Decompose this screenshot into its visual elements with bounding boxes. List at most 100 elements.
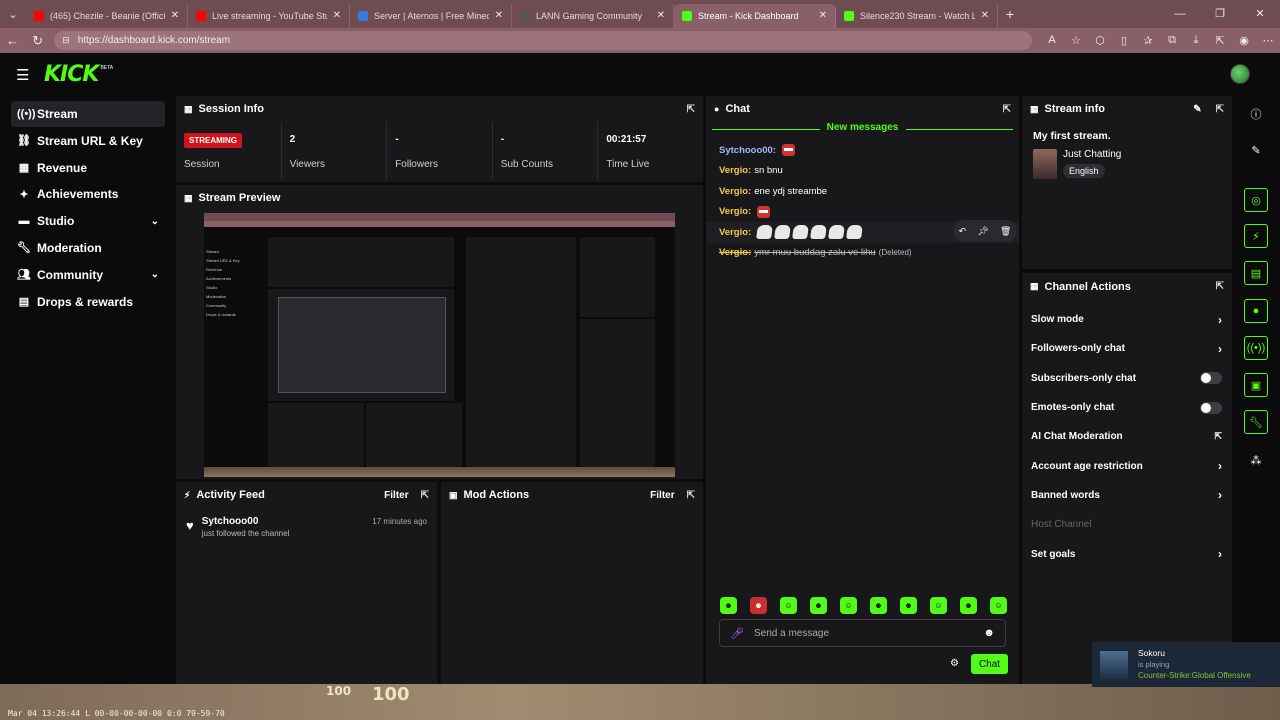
chat-settings-gear-icon[interactable]: ⚙	[950, 658, 959, 669]
reload-icon[interactable]: ↻	[25, 33, 50, 49]
chat-input[interactable]: 🎤︎ Send a message ☻	[719, 619, 1006, 647]
studio-icon[interactable]: ▣	[1244, 373, 1268, 397]
browser-tab[interactable]: Silence230 Stream - Watch Live on ✕	[836, 3, 998, 28]
browser-tab[interactable]: (465) Chezile - Beanie (Official Liv ✕	[26, 3, 188, 28]
microphone-icon[interactable]: 🎤︎	[730, 627, 744, 640]
chat-username[interactable]: Vergio:	[719, 165, 751, 176]
action-ai-chat-moderation[interactable]: AI Chat Moderation ⇱	[1022, 422, 1232, 451]
chat-message[interactable]: Vergio: ymr muu buddag zalu ve lihu (Del…	[706, 243, 1019, 264]
emote-icon[interactable]: ☺	[840, 597, 857, 614]
emote-icon[interactable]: ☺	[930, 597, 947, 614]
filter-button[interactable]: Filter	[650, 490, 674, 501]
popout-icon[interactable]: ⇱	[421, 490, 429, 501]
minimize-icon[interactable]: —	[1160, 0, 1200, 28]
tab-close-icon[interactable]: ✕	[981, 10, 989, 21]
close-window-icon[interactable]: ✕	[1240, 0, 1280, 28]
browser-tab[interactable]: Stream - Kick Dashboard ✕	[674, 3, 836, 28]
tab-menu-chevron-icon[interactable]: ⌄	[0, 0, 26, 28]
emote-icon[interactable]: ☻	[960, 597, 977, 614]
popout-icon[interactable]: ⇱	[687, 104, 695, 115]
send-chat-button[interactable]: Chat	[971, 654, 1008, 674]
action-set-goals[interactable]: Set goals ›	[1022, 539, 1232, 568]
popout-icon[interactable]: ⇱	[1003, 104, 1011, 115]
reply-icon[interactable]: ↶	[959, 226, 967, 237]
broadcast-icon[interactable]: ((•))	[1244, 336, 1268, 360]
emote-icon[interactable]: ☺	[990, 597, 1007, 614]
sidebar-item-stream[interactable]: ((•)) Stream	[11, 101, 165, 127]
tab-close-icon[interactable]: ✕	[171, 10, 179, 21]
emote-icon[interactable]: ☻	[870, 597, 887, 614]
chat-icon[interactable]: ●	[1244, 299, 1268, 323]
document-icon[interactable]: ▤	[1244, 261, 1268, 285]
sidebar-item-drops-rewards[interactable]: ▤ Drops & rewards	[11, 289, 165, 315]
sidebar-item-moderation[interactable]: 🔧︎ Moderation	[11, 235, 165, 261]
popout-icon[interactable]: ⇱	[687, 490, 695, 501]
sidebar-item-studio[interactable]: ▬ Studio ⌄	[11, 208, 165, 234]
chat-message[interactable]: Vergio:	[706, 202, 1019, 223]
popout-icon[interactable]: ⇱	[1216, 281, 1224, 292]
chat-message[interactable]: Vergio: ene ydj streambe	[706, 181, 1019, 202]
tab-close-icon[interactable]: ✕	[333, 10, 341, 21]
chat-username[interactable]: Vergio:	[719, 247, 751, 258]
emoji-picker-icon[interactable]: ☻	[983, 627, 995, 639]
kick-logo[interactable]: KICK	[44, 62, 99, 87]
browser-tab[interactable]: Live streaming - YouTube Studio ✕	[188, 3, 350, 28]
downloads-icon[interactable]: ⤓	[1184, 34, 1208, 47]
camera-icon[interactable]: ◎	[1244, 188, 1268, 212]
sidebar-item-stream-url-key[interactable]: ⛓ Stream URL & Key	[11, 128, 165, 154]
action-account-age-restriction[interactable]: Account age restriction ›	[1022, 451, 1232, 480]
read-aloud-icon[interactable]: A	[1040, 34, 1064, 47]
emotes-only-toggle[interactable]	[1200, 401, 1222, 414]
tab-close-icon[interactable]: ✕	[819, 10, 827, 21]
edit-icon[interactable]: ✎	[1244, 138, 1268, 162]
browser-tab[interactable]: Server | Aternos | Free Minecraft Se ✕	[350, 3, 512, 28]
tab-close-icon[interactable]: ✕	[657, 10, 665, 21]
action-followers-only-chat[interactable]: Followers-only chat ›	[1022, 334, 1232, 363]
subscribers-only-toggle[interactable]	[1200, 372, 1222, 385]
site-info-icon[interactable]: ⊟	[62, 35, 70, 46]
tab-close-icon[interactable]: ✕	[495, 10, 503, 21]
wrench-icon[interactable]: 🔧︎	[1244, 410, 1268, 434]
chat-message[interactable]: Sytchooo00:	[706, 140, 1019, 161]
edit-pencil-icon[interactable]: ✎	[1193, 104, 1201, 115]
emote-icon[interactable]: ☺	[780, 597, 797, 614]
chat-username[interactable]: Sytchooo00:	[719, 145, 776, 156]
chat-username[interactable]: Vergio:	[719, 227, 751, 238]
chat-username[interactable]: Vergio:	[719, 206, 751, 217]
chat-message[interactable]: Vergio: sn bnu	[706, 161, 1019, 182]
action-slow-mode[interactable]: Slow mode ›	[1022, 305, 1232, 334]
hamburger-menu-icon[interactable]: ☰	[16, 66, 32, 84]
favorite-star-icon[interactable]: ☆	[1064, 34, 1088, 47]
emote-icon[interactable]: ☻	[810, 597, 827, 614]
new-tab-button[interactable]: +	[998, 6, 1022, 22]
community-icon[interactable]: ⁂	[1244, 448, 1268, 472]
split-screen-icon[interactable]: ▯	[1112, 34, 1136, 47]
collections-icon[interactable]: ⧉	[1160, 34, 1184, 47]
sidebar-item-revenue[interactable]: ▦ Revenue	[11, 155, 165, 181]
pin-icon[interactable]: 📌︎	[977, 226, 988, 237]
user-avatar[interactable]	[1230, 64, 1250, 84]
profile-icon[interactable]: ◉	[1232, 34, 1256, 47]
restore-icon[interactable]: ❐	[1200, 0, 1240, 28]
steam-notification-toast[interactable]: Sokoru is playing Counter-Strike:Global …	[1092, 642, 1280, 687]
back-icon[interactable]: ←	[0, 33, 25, 48]
emote-icon[interactable]: ☻	[720, 597, 737, 614]
browser-tab[interactable]: LANN Gaming Community ✕	[512, 3, 674, 28]
bolt-icon[interactable]: ⚡︎	[1244, 224, 1268, 248]
favorites-icon[interactable]: ✰	[1136, 34, 1160, 47]
delete-icon[interactable]: 🗑︎	[1000, 226, 1011, 237]
address-bar[interactable]: ⊟ https://dashboard.kick.com/stream	[54, 31, 1032, 50]
action-banned-words[interactable]: Banned words ›	[1022, 481, 1232, 510]
popout-icon[interactable]: ⇱	[1216, 104, 1224, 115]
emote-icon[interactable]: ☻	[900, 597, 917, 614]
filter-button[interactable]: Filter	[384, 490, 408, 501]
sidebar-item-achievements[interactable]: ✦ Achievements	[11, 181, 165, 207]
chat-username[interactable]: Vergio:	[719, 186, 751, 197]
info-icon[interactable]: ⓘ	[1244, 102, 1268, 126]
emote-icon[interactable]: ☻	[750, 597, 767, 614]
share-icon[interactable]: ⇱	[1208, 34, 1232, 47]
extensions-icon[interactable]: ⬡	[1088, 34, 1112, 47]
stream-preview-video[interactable]: Stream Stream URL & Key Revenue Achievement…	[204, 213, 675, 477]
sidebar-item-community[interactable]: 👥︎ Community ⌄	[11, 262, 165, 288]
more-icon[interactable]: ⋯	[1256, 34, 1280, 47]
